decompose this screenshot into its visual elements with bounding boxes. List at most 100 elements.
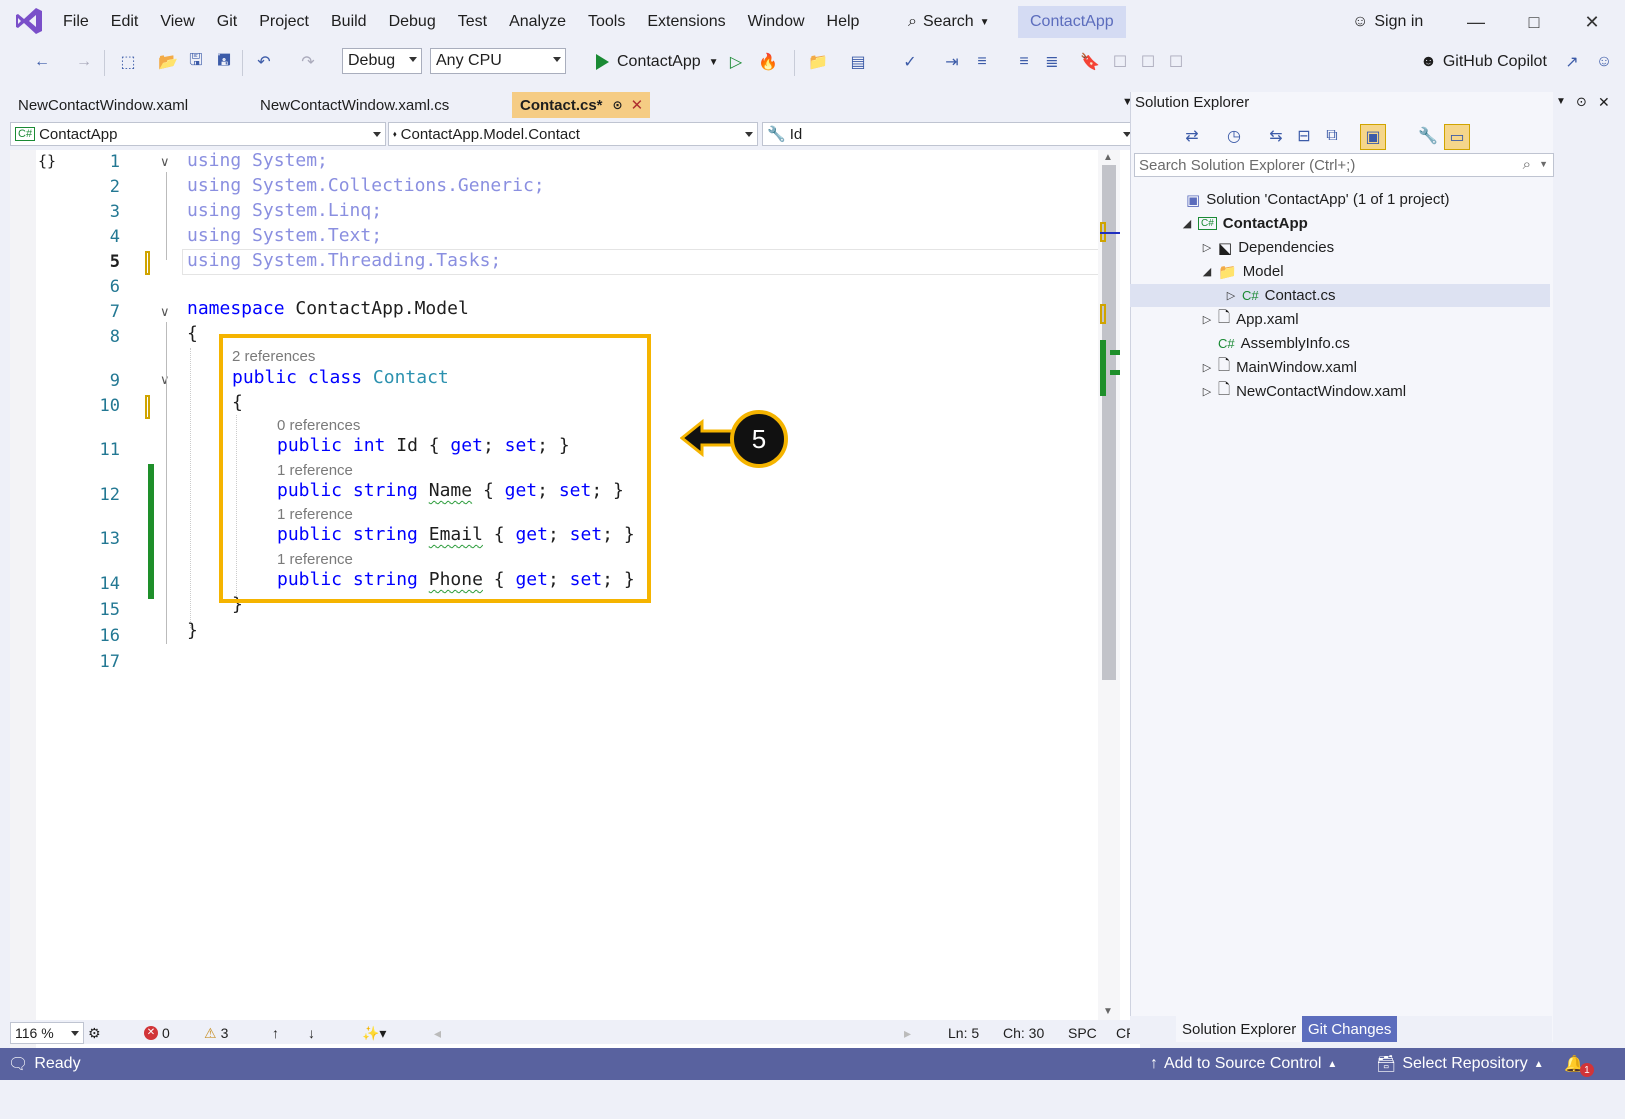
type-nav-dropdown[interactable]: ⬪ ContactApp.Model.Contact bbox=[388, 122, 758, 146]
next-bookmark-icon[interactable]: ☐ bbox=[1136, 50, 1160, 74]
scrollbar-thumb[interactable] bbox=[1102, 165, 1116, 680]
sync-icon[interactable]: ⇆ bbox=[1264, 124, 1288, 148]
hot-reload-icon[interactable]: 🔥 bbox=[756, 50, 780, 74]
scroll-right-icon[interactable]: ▸ bbox=[904, 1023, 911, 1043]
close-window-button[interactable]: ✕ bbox=[1572, 6, 1612, 38]
next-issue-icon[interactable]: ↓ bbox=[308, 1023, 315, 1043]
code-line[interactable]: { bbox=[187, 323, 198, 344]
pending-changes-icon[interactable]: ◷ bbox=[1222, 124, 1246, 148]
solution-folder-icon[interactable]: 📁 bbox=[806, 50, 830, 74]
panel-options-icon[interactable]: ▼ bbox=[1556, 96, 1566, 107]
tab-git-changes[interactable]: Git Changes bbox=[1302, 1016, 1398, 1042]
scroll-up-icon[interactable]: ▲ bbox=[1103, 152, 1113, 163]
code-cleanup-icon[interactable]: ✨▾ bbox=[362, 1023, 386, 1043]
prev-bookmark-icon[interactable]: ☐ bbox=[1108, 50, 1132, 74]
previous-issue-icon[interactable]: ↑ bbox=[272, 1023, 279, 1043]
line-indicator[interactable]: Ln: 5 bbox=[948, 1023, 979, 1043]
tree-item-model[interactable]: ◢ 📁 Model bbox=[1202, 260, 1284, 283]
tree-item-dependencies[interactable]: ▷ ⬕ Dependencies bbox=[1202, 236, 1334, 259]
expanded-arrow-icon[interactable]: ◢ bbox=[1182, 217, 1192, 230]
menu-item-file[interactable]: File bbox=[52, 0, 100, 44]
tab-solution-explorer[interactable]: Solution Explorer bbox=[1176, 1016, 1303, 1042]
back-icon[interactable]: ← bbox=[30, 50, 54, 74]
scroll-down-icon[interactable]: ▼ bbox=[1103, 1006, 1113, 1017]
indent-icon[interactable]: ⇥ bbox=[940, 50, 964, 74]
add-to-source-control-button[interactable]: ↑ Add to Source Control ▲ bbox=[1150, 1048, 1337, 1080]
zoom-dropdown[interactable]: 116 % bbox=[10, 1022, 84, 1044]
warnings-indicator[interactable]: ⚠ 3 bbox=[204, 1023, 228, 1043]
menu-item-help[interactable]: Help bbox=[816, 0, 871, 44]
tab-new-contact-window-xaml-cs[interactable]: NewContactWindow.xaml.cs bbox=[252, 92, 510, 118]
menu-item-tools[interactable]: Tools bbox=[577, 0, 636, 44]
scroll-left-icon[interactable]: ◂ bbox=[434, 1023, 441, 1043]
bookmark-icon[interactable]: 🔖 bbox=[1078, 50, 1102, 74]
intellicode-icon[interactable]: ⚙ bbox=[88, 1023, 101, 1043]
feedback-icon[interactable]: ☺ bbox=[1592, 50, 1616, 74]
start-debugging-button[interactable]: ContactApp ▼ bbox=[596, 48, 719, 76]
show-all-files-icon[interactable]: ⧉ bbox=[1320, 124, 1344, 148]
layout-icon[interactable]: ▤ bbox=[846, 50, 870, 74]
tree-item-mainwindow-xaml[interactable]: ▷ 🗋 MainWindow.xaml bbox=[1202, 356, 1357, 379]
tree-item-newcontactwindow-xaml[interactable]: ▷ 🗋 NewContactWindow.xaml bbox=[1202, 380, 1406, 403]
tree-item-solution[interactable]: ▣ Solution 'ContactApp' (1 of 1 project) bbox=[1186, 188, 1450, 211]
spell-check-icon[interactable]: ✓ bbox=[898, 50, 922, 74]
code-line[interactable]: using System.Collections.Generic; bbox=[187, 175, 545, 196]
code-line[interactable]: } bbox=[187, 620, 198, 641]
menu-item-view[interactable]: View bbox=[149, 0, 205, 44]
comment-icon[interactable]: ≡ bbox=[1012, 50, 1036, 74]
configuration-dropdown[interactable]: Debug bbox=[342, 48, 422, 74]
errors-indicator[interactable]: ✕ 0 bbox=[144, 1023, 170, 1043]
expanded-arrow-icon[interactable]: ◢ bbox=[1202, 265, 1212, 278]
menu-item-build[interactable]: Build bbox=[320, 0, 378, 44]
tab-contact-cs[interactable]: Contact.cs* ⊙ ✕ bbox=[512, 92, 650, 118]
menu-item-edit[interactable]: Edit bbox=[100, 0, 150, 44]
minimize-button[interactable]: — bbox=[1456, 6, 1496, 38]
start-without-debugging-icon[interactable]: ▷ bbox=[724, 50, 748, 74]
sign-in-button[interactable]: ☺ Sign in bbox=[1352, 6, 1423, 38]
collapse-all-icon[interactable]: ⊟ bbox=[1292, 124, 1316, 148]
pin-icon[interactable]: ⊙ bbox=[613, 98, 623, 112]
collapsed-arrow-icon[interactable]: ▷ bbox=[1202, 241, 1212, 254]
menu-item-test[interactable]: Test bbox=[447, 0, 498, 44]
save-icon[interactable]: 🖫 bbox=[184, 50, 208, 74]
notifications-button[interactable]: 🔔 1 bbox=[1564, 1048, 1594, 1080]
solution-explorer-search[interactable]: Search Solution Explorer (Ctrl+;) ⌕ ▼ bbox=[1134, 153, 1554, 177]
tab-new-contact-window-xaml[interactable]: NewContactWindow.xaml bbox=[10, 92, 250, 118]
code-line[interactable]: using System.Linq; bbox=[187, 200, 382, 221]
close-tab-icon[interactable]: ✕ bbox=[631, 96, 644, 114]
project-nav-dropdown[interactable]: C# ContactApp bbox=[10, 122, 386, 146]
code-line[interactable]: using System; bbox=[187, 150, 328, 171]
search-button[interactable]: ⌕ Search ▼ bbox=[900, 6, 998, 38]
new-item-icon[interactable]: ⬚ bbox=[116, 50, 140, 74]
preview-selected-icon[interactable]: ▣ bbox=[1360, 124, 1386, 150]
github-copilot-button[interactable]: ☻ GitHub Copilot bbox=[1420, 48, 1547, 76]
redo-icon[interactable]: ↷ bbox=[296, 50, 320, 74]
whitespace-indicator[interactable]: SPC bbox=[1068, 1023, 1097, 1043]
switch-views-icon[interactable]: ⇄ bbox=[1180, 124, 1204, 148]
menu-item-project[interactable]: Project bbox=[248, 0, 320, 44]
member-nav-dropdown[interactable]: 🔧 Id bbox=[762, 122, 1136, 146]
maximize-button[interactable]: □ bbox=[1514, 6, 1554, 38]
menu-item-git[interactable]: Git bbox=[206, 0, 248, 44]
collapse-icon[interactable]: ∨ bbox=[160, 154, 170, 169]
code-line[interactable]: using System.Text; bbox=[187, 225, 382, 246]
select-repository-button[interactable]: 🗃 Select Repository ▲ bbox=[1376, 1048, 1544, 1080]
undo-icon[interactable]: ↶ bbox=[252, 50, 276, 74]
menu-item-extensions[interactable]: Extensions bbox=[636, 0, 736, 44]
collapsed-arrow-icon[interactable]: ▷ bbox=[1226, 289, 1236, 302]
collapsed-arrow-icon[interactable]: ▷ bbox=[1202, 313, 1212, 326]
clear-bookmarks-icon[interactable]: ☐ bbox=[1164, 50, 1188, 74]
properties-wrench-icon[interactable]: 🔧 bbox=[1416, 124, 1440, 148]
platform-dropdown[interactable]: Any CPU bbox=[430, 48, 566, 74]
tree-item-assemblyinfo[interactable]: C# AssemblyInfo.cs bbox=[1218, 332, 1350, 355]
collapsed-arrow-icon[interactable]: ▷ bbox=[1202, 361, 1212, 374]
column-indicator[interactable]: Ch: 30 bbox=[1003, 1023, 1044, 1043]
forward-icon[interactable]: → bbox=[72, 50, 96, 74]
collapse-icon[interactable]: ∨ bbox=[160, 304, 170, 319]
code-line[interactable]: namespace ContactApp.Model bbox=[187, 298, 469, 319]
pin-icon[interactable]: ⊙ bbox=[1576, 94, 1587, 110]
tree-item-contact-cs[interactable]: ▷ C# Contact.cs bbox=[1130, 284, 1550, 307]
save-all-icon[interactable]: 🖪 bbox=[212, 50, 236, 74]
preview-icon[interactable]: ▭ bbox=[1444, 124, 1470, 150]
close-panel-icon[interactable]: ✕ bbox=[1598, 94, 1610, 111]
